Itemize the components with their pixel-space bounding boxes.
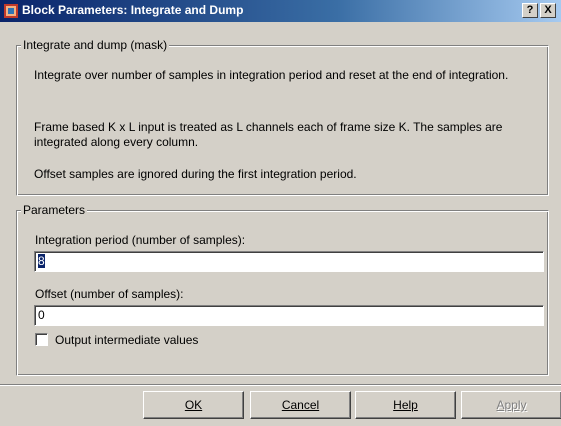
title-bar[interactable]: Block Parameters: Integrate and Dump ? X (0, 0, 561, 22)
integration-period-input[interactable]: 8 (34, 251, 544, 272)
help-button[interactable]: Help (355, 391, 456, 419)
help-button-label: Help (393, 398, 418, 412)
mask-description-1: Integrate over number of samples in inte… (34, 68, 509, 82)
output-intermediate-label: Output intermediate values (55, 333, 199, 347)
offset-label: Offset (number of samples): (35, 287, 184, 301)
integration-period-value: 8 (38, 254, 45, 268)
button-bar-divider (0, 384, 561, 386)
simulink-block-icon (4, 4, 18, 18)
mask-group-legend: Integrate and dump (mask) (21, 38, 170, 52)
close-title-button[interactable]: X (540, 3, 556, 18)
mask-description-3: Offset samples are ignored during the fi… (34, 167, 357, 181)
cancel-button[interactable]: Cancel (250, 391, 351, 419)
mask-description-2: Frame based K x L input is treated as L … (34, 120, 503, 149)
offset-input[interactable]: 0 (34, 305, 544, 326)
integration-period-label: Integration period (number of samples): (35, 233, 246, 247)
apply-button[interactable]: Apply (461, 391, 561, 419)
parameters-group-legend: Parameters (21, 203, 88, 217)
window-title: Block Parameters: Integrate and Dump (22, 3, 244, 17)
output-intermediate-checkbox[interactable] (35, 333, 48, 346)
help-title-button[interactable]: ? (522, 3, 538, 18)
ok-button[interactable]: OK (143, 391, 244, 419)
cancel-button-label: Cancel (281, 398, 320, 412)
apply-button-label: Apply (496, 398, 527, 412)
ok-button-label: OK (184, 398, 203, 412)
offset-value: 0 (38, 308, 45, 322)
